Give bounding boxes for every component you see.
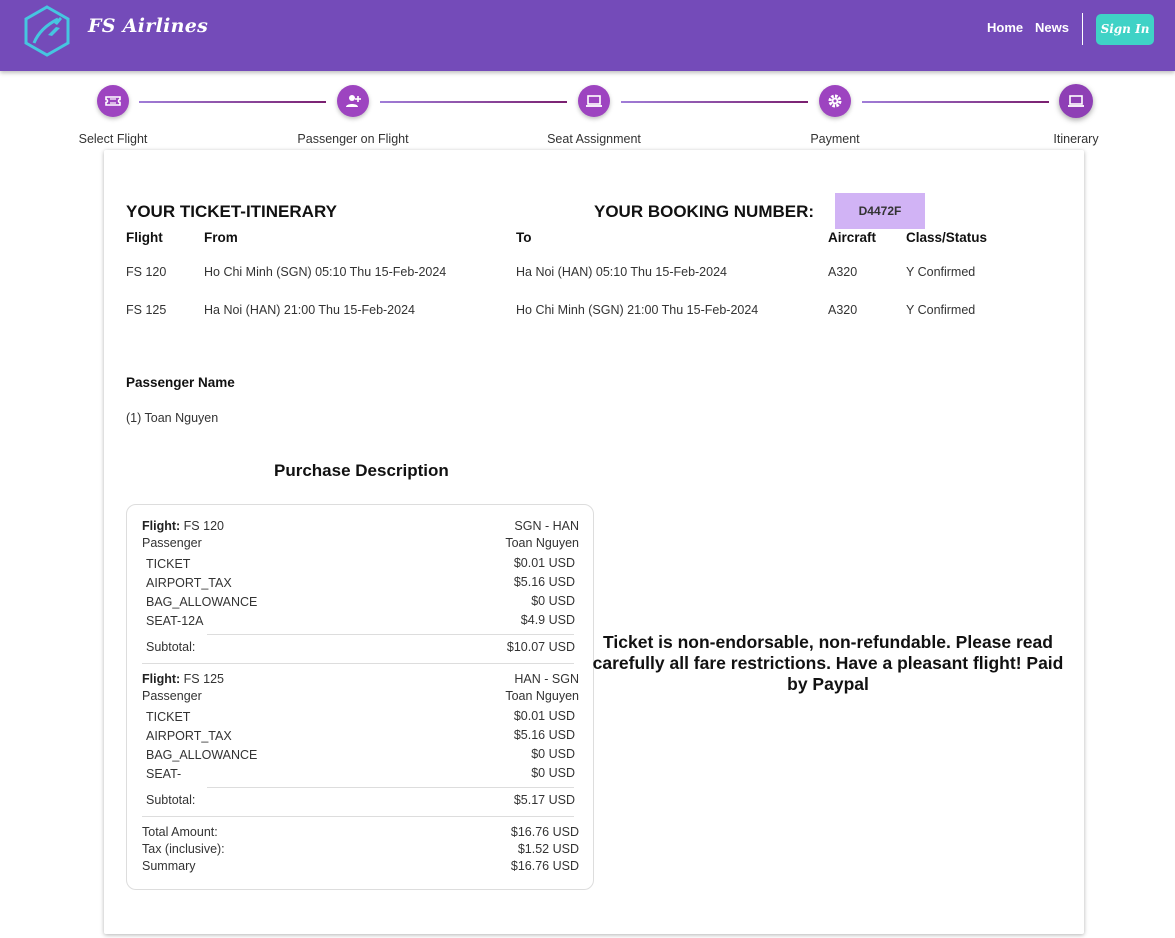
column-header-to: To: [516, 230, 532, 245]
nav-home-link[interactable]: Home: [987, 20, 1023, 35]
cell-aircraft: A320: [828, 303, 858, 317]
step-select-flight[interactable]: [97, 85, 129, 117]
sign-in-button[interactable]: Sign In: [1096, 14, 1154, 45]
cell-flight: FS 120: [126, 265, 167, 279]
fare-restriction-note: Ticket is non-endorsable, non-refundable…: [592, 632, 1064, 694]
passenger-value: Toan Nguyen: [505, 536, 579, 550]
flight-number: FS 120: [183, 519, 224, 533]
cell-class-status: Y Confirmed: [906, 265, 976, 279]
column-header-flight: Flight: [126, 230, 163, 245]
step-connector: [862, 101, 1049, 103]
booking-number-label: YOUR BOOKING NUMBER:: [594, 202, 815, 221]
itinerary-title: YOUR TICKET-ITINERARY: [126, 202, 337, 221]
step-connector: [621, 101, 808, 103]
purchase-description-box: Flight: FS 120 SGN - HAN Passenger Toan …: [126, 504, 594, 890]
passenger-label: Passenger: [142, 689, 202, 703]
flight-route: SGN - HAN: [514, 519, 579, 533]
line-item-amount: $0.01 USD: [513, 556, 575, 570]
subtotal-label: Subtotal:: [146, 793, 196, 807]
plane-hexagon-logo-icon[interactable]: [24, 5, 70, 57]
cell-class-status: Y Confirmed: [906, 303, 976, 317]
line-item-name: SEAT-12A: [146, 614, 204, 628]
ticket-icon: [105, 96, 121, 106]
line-item-name: SEAT-: [146, 767, 182, 781]
column-header-class-status: Class/Status: [906, 230, 988, 245]
booking-number: D4472F: [835, 193, 925, 229]
cell-flight: FS 125: [126, 303, 167, 317]
step-seat-assignment[interactable]: [578, 85, 610, 117]
passenger-label: Passenger: [142, 536, 202, 550]
line-item-amount: $5.16 USD: [513, 728, 575, 742]
line-item-name: TICKET: [146, 710, 191, 724]
divider: [142, 816, 574, 817]
passenger-name-title: Passenger Name: [126, 375, 235, 390]
cell-to: Ho Chi Minh (SGN) 21:00 Thu 15-Feb-2024: [516, 303, 759, 317]
cell-from: Ha Noi (HAN) 21:00 Thu 15-Feb-2024: [204, 303, 415, 317]
line-item-name: AIRPORT_TAX: [146, 729, 232, 743]
flight-label: Flight:: [142, 672, 181, 686]
person-add-icon: [346, 95, 361, 107]
step-payment[interactable]: [819, 85, 851, 117]
laptop-icon: [1068, 95, 1084, 107]
line-item-name: BAG_ALLOWANCE: [146, 595, 258, 609]
column-header-from: From: [204, 230, 238, 245]
subtotal-value: $5.17 USD: [513, 793, 575, 807]
cell-from: Ho Chi Minh (SGN) 05:10 Thu 15-Feb-2024: [204, 265, 447, 279]
step-label: Payment: [810, 132, 860, 146]
step-label: Itinerary: [1053, 132, 1099, 146]
line-item-name: BAG_ALLOWANCE: [146, 748, 258, 762]
cell-aircraft: A320: [828, 265, 858, 279]
line-item-amount: $4.9 USD: [520, 613, 575, 627]
divider: [207, 634, 574, 635]
step-label: Select Flight: [78, 132, 148, 146]
step-connector: [139, 101, 326, 103]
flight-info: Flight: FS 125: [142, 672, 224, 686]
brand-name[interactable]: FS Airlines: [88, 15, 208, 37]
line-item-amount: $5.16 USD: [513, 575, 575, 589]
flight-number: FS 125: [183, 672, 224, 686]
top-navbar: FS Airlines Home News Sign In: [0, 0, 1175, 71]
summary-value: $16.76 USD: [510, 859, 579, 873]
line-item-name: TICKET: [146, 557, 191, 571]
subtotal-label: Subtotal:: [146, 640, 196, 654]
purchase-description-title: Purchase Description: [274, 461, 449, 480]
step-label: Passenger on Flight: [297, 132, 409, 146]
passenger-name: (1) Toan Nguyen: [126, 411, 219, 425]
line-item-name: AIRPORT_TAX: [146, 576, 232, 590]
subtotal-value: $10.07 USD: [506, 640, 575, 654]
line-item-amount: $0.01 USD: [513, 709, 575, 723]
line-item-amount: $0 USD: [531, 747, 575, 761]
total-amount-value: $16.76 USD: [510, 825, 579, 839]
flight-info: Flight: FS 120: [142, 519, 224, 533]
passenger-value: Toan Nguyen: [505, 689, 579, 703]
step-connector: [380, 101, 567, 103]
nav-news-link[interactable]: News: [1035, 20, 1069, 35]
total-amount-label: Total Amount:: [142, 825, 218, 839]
column-header-aircraft: Aircraft: [828, 230, 877, 245]
divider: [207, 787, 574, 788]
flight-route: HAN - SGN: [514, 672, 579, 686]
step-itinerary[interactable]: [1059, 84, 1093, 118]
itinerary-card: YOUR TICKET-ITINERARY YOUR BOOKING NUMBE…: [104, 150, 1084, 934]
tax-value: $1.52 USD: [517, 842, 579, 856]
gear-icon: [828, 94, 842, 108]
summary-label: Summary: [142, 859, 196, 873]
cell-to: Ha Noi (HAN) 05:10 Thu 15-Feb-2024: [516, 265, 727, 279]
line-item-amount: $0 USD: [531, 594, 575, 608]
line-item-amount: $0 USD: [531, 766, 575, 780]
step-passenger-on-flight[interactable]: [337, 85, 369, 117]
divider: [142, 663, 574, 664]
flight-label: Flight:: [142, 519, 181, 533]
nav-divider: [1082, 13, 1083, 45]
step-label: Seat Assignment: [547, 132, 641, 146]
tax-label: Tax (inclusive):: [142, 842, 225, 856]
laptop-icon: [586, 95, 602, 107]
